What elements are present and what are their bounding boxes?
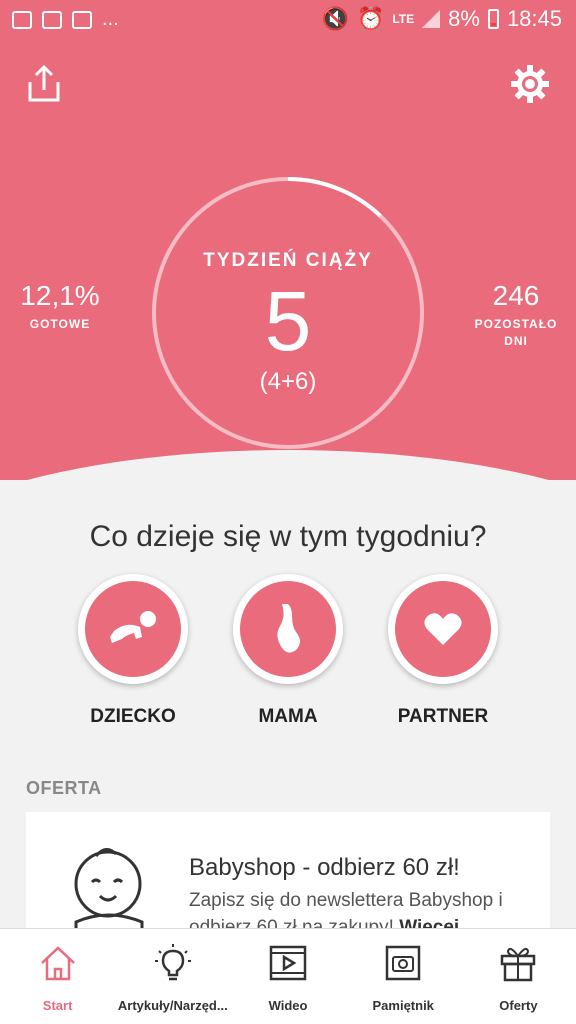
remaining-days: 246 bbox=[492, 280, 540, 311]
week-days: (4+6) bbox=[259, 368, 317, 395]
nav-start[interactable]: Start bbox=[0, 929, 115, 1024]
status-bar: ... 🔇 ⏰ LTE 8% 18:45 bbox=[0, 0, 576, 40]
week-label: TYDZIEŃ CIĄŻY bbox=[203, 250, 373, 271]
nav-label-offers: Oferty bbox=[499, 998, 538, 1013]
topic-baby[interactable]: DZIECKO bbox=[53, 574, 213, 728]
progress-label: GOTOWE bbox=[29, 317, 91, 331]
topic-mom[interactable]: MAMA bbox=[208, 574, 368, 728]
share-icon[interactable] bbox=[26, 64, 62, 104]
progress-stat: 12,1% GOTOWE bbox=[10, 280, 110, 333]
nav-offers[interactable]: Oferty bbox=[461, 929, 576, 1024]
mute-icon: 🔇 bbox=[321, 6, 349, 31]
gift-icon bbox=[501, 947, 536, 982]
week-number: 5 bbox=[264, 274, 312, 368]
nav-label-diary: Pamiętnik bbox=[372, 998, 434, 1013]
battery-icon bbox=[487, 9, 499, 29]
partner-button[interactable] bbox=[388, 574, 498, 684]
network-type: LTE bbox=[392, 12, 415, 26]
topic-label-partner: PARTNER bbox=[397, 706, 489, 727]
more-notifications: ... bbox=[102, 8, 119, 30]
offer-heading: OFERTA bbox=[26, 778, 102, 798]
remaining-label-1: POZOSTAŁO bbox=[474, 317, 558, 331]
battery-percent: 8% bbox=[448, 6, 480, 31]
settings-gear-icon[interactable] bbox=[510, 64, 550, 104]
topic-partner[interactable]: PARTNER bbox=[363, 574, 523, 728]
signal-icon bbox=[422, 10, 441, 28]
baby-button[interactable] bbox=[78, 574, 188, 684]
nav-label-start: Start bbox=[42, 998, 73, 1013]
clock: 18:45 bbox=[506, 6, 562, 31]
progress-percent: 12,1% bbox=[20, 280, 100, 311]
diary-icon bbox=[385, 945, 421, 981]
nav-label-articles: Artykuły/Narzęd... bbox=[117, 998, 228, 1013]
topic-label-mom: MAMA bbox=[258, 706, 318, 727]
home-icon bbox=[40, 946, 75, 981]
hero-curve bbox=[0, 450, 576, 480]
crawling-baby-icon bbox=[110, 611, 156, 643]
bottom-navigation: Start Artykuły/Narzęd... Wideo Pamiętnik… bbox=[0, 928, 576, 1024]
video-icon bbox=[269, 945, 307, 981]
heart-icon bbox=[424, 613, 462, 645]
mom-button[interactable] bbox=[233, 574, 343, 684]
alarm-icon: ⏰ bbox=[356, 6, 385, 31]
pregnancy-progress-header: TYDZIEŃ CIĄŻY 5 (4+6) 12,1% GOTOWE 246 P… bbox=[0, 40, 576, 480]
nav-label-video: Wideo bbox=[268, 998, 308, 1013]
offer-card[interactable]: Babyshop - odbierz 60 zł! Zapisz się do … bbox=[26, 812, 550, 942]
topic-label-baby: DZIECKO bbox=[90, 706, 176, 727]
baby-face-illustration bbox=[74, 848, 144, 942]
facebook-icon bbox=[42, 10, 62, 29]
email-icon bbox=[12, 10, 32, 29]
nav-articles[interactable]: Artykuły/Narzęd... bbox=[115, 929, 230, 1024]
image-icon bbox=[72, 10, 92, 29]
pregnant-belly-icon bbox=[277, 604, 300, 653]
remaining-label-2: DNI bbox=[504, 334, 528, 348]
remaining-stat: 246 POZOSTAŁO DNI bbox=[466, 280, 566, 350]
notification-icons: ... bbox=[12, 8, 119, 31]
offer-title: Babyshop - odbierz 60 zł! bbox=[189, 854, 460, 881]
weekly-question: Co dzieje się w tym tygodniu? bbox=[89, 520, 487, 553]
nav-video[interactable]: Wideo bbox=[230, 929, 345, 1024]
nav-diary[interactable]: Pamiętnik bbox=[346, 929, 461, 1024]
lightbulb-icon bbox=[154, 944, 191, 981]
